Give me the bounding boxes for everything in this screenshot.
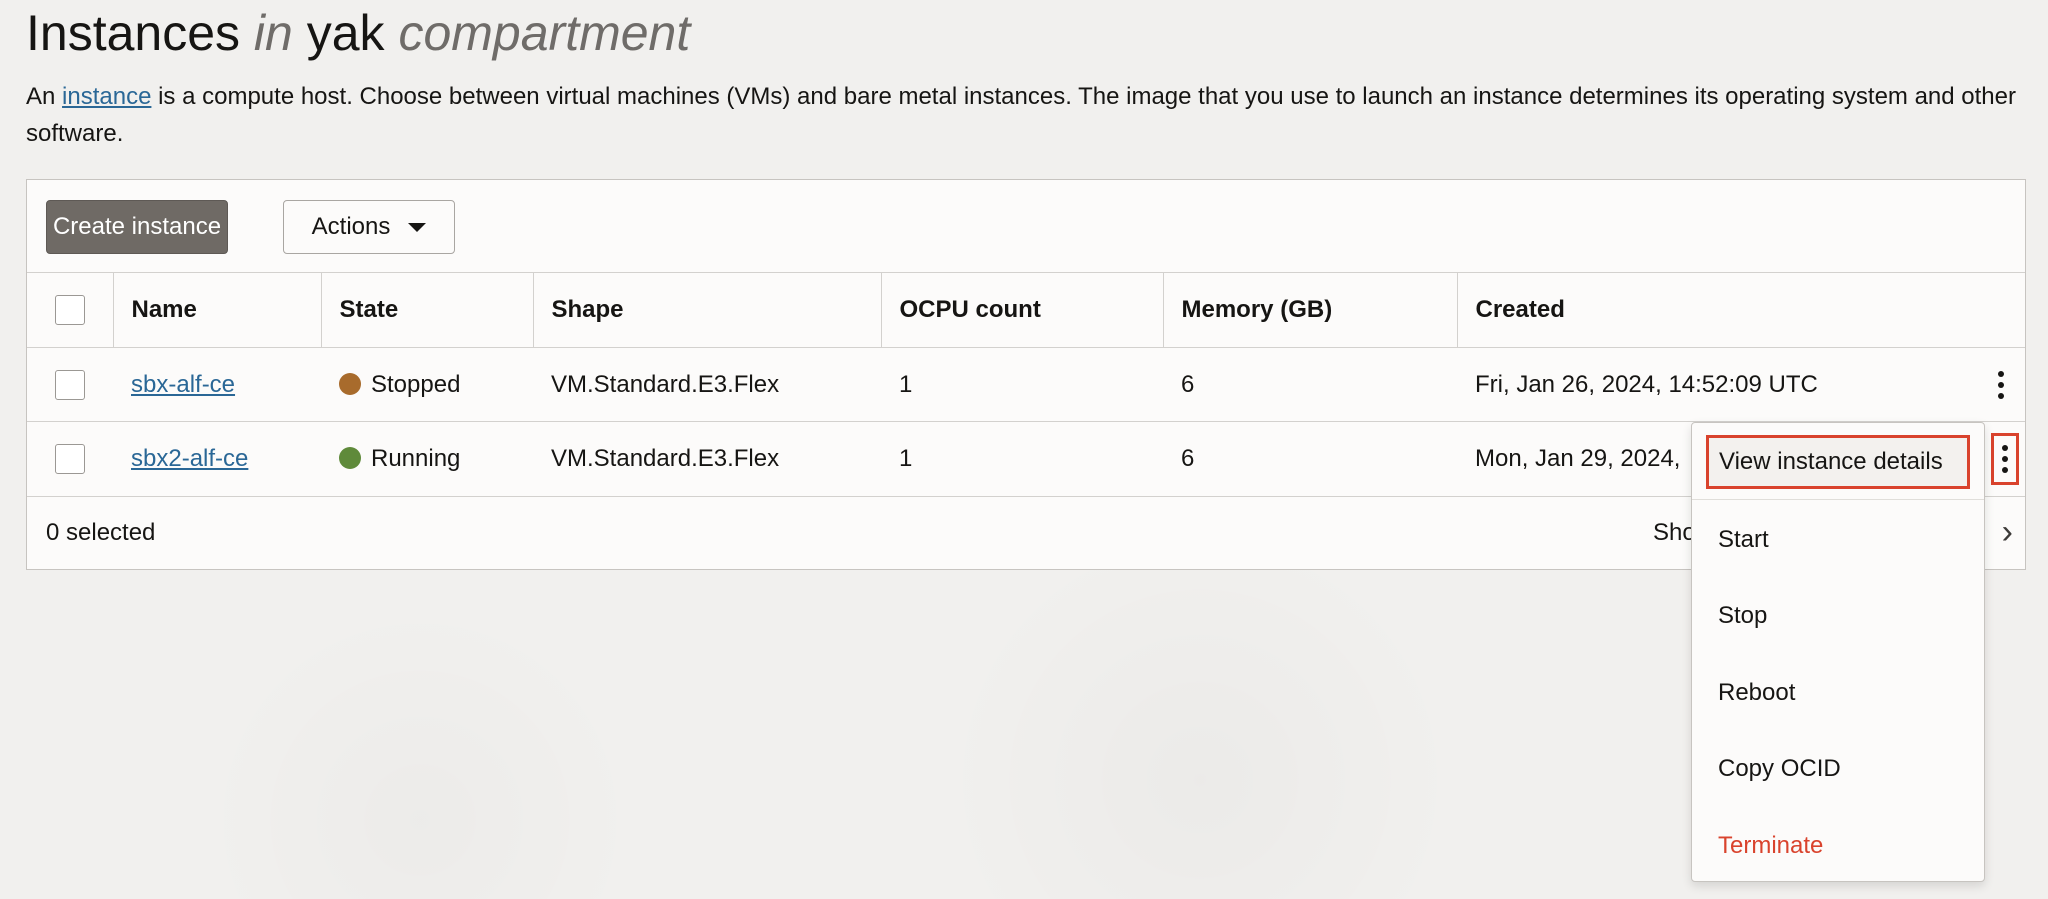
- shape-cell: VM.Standard.E3.Flex: [533, 347, 881, 422]
- row-actions-kebab-icon[interactable]: [1991, 432, 2019, 485]
- column-header-state[interactable]: State: [321, 272, 534, 348]
- page-description: An instance is a compute host. Choose be…: [26, 78, 2016, 152]
- menu-item-stop[interactable]: Stop: [1718, 601, 1767, 631]
- column-header-created[interactable]: Created: [1457, 272, 2025, 348]
- name-cell: sbx2-alf-ce: [113, 421, 321, 496]
- row-checkbox[interactable]: [55, 369, 85, 400]
- row-actions-kebab-icon[interactable]: [1989, 361, 2013, 409]
- caret-down-icon: [408, 222, 427, 232]
- ocpu-cell: 1: [881, 421, 1163, 496]
- state-text: Stopped: [371, 370, 461, 398]
- actions-label: Actions: [311, 213, 391, 240]
- state-dot-icon: [339, 446, 361, 469]
- created-text: Mon, Jan 29, 2024,: [1475, 444, 1681, 472]
- menu-item-terminate[interactable]: Terminate: [1718, 831, 1823, 861]
- title-compartment: compartment: [398, 5, 691, 61]
- instance-name-link[interactable]: sbx2-alf-ce: [131, 445, 248, 472]
- chevron-right-icon[interactable]: ›: [2002, 515, 2013, 549]
- row-select-cell: [27, 421, 113, 496]
- memory-cell: 6: [1163, 421, 1457, 496]
- column-header-ocpu[interactable]: OCPU count: [881, 272, 1164, 348]
- instance-doc-link[interactable]: instance: [62, 83, 151, 110]
- shape-cell: VM.Standard.E3.Flex: [533, 421, 881, 496]
- state-cell: Running: [321, 421, 533, 496]
- state-dot-icon: [339, 372, 361, 395]
- table-row: sbx-alf-ce Stopped VM.Standard.E3.Flex 1…: [27, 347, 2025, 422]
- select-all-checkbox[interactable]: [54, 295, 85, 325]
- menu-divider: [1692, 499, 1984, 500]
- select-all-cell: [27, 272, 114, 348]
- compartment-name: yak: [306, 5, 385, 61]
- column-header-name[interactable]: Name: [113, 272, 322, 348]
- menu-item-start[interactable]: Start: [1718, 525, 1769, 555]
- selected-count: 0 selected: [46, 519, 156, 546]
- menu-item-copy-ocid[interactable]: Copy OCID: [1718, 754, 1841, 784]
- description-prefix: An: [26, 83, 56, 110]
- created-cell: Fri, Jan 26, 2024, 14:52:09 UTC: [1457, 347, 2025, 422]
- actions-button[interactable]: Actions: [283, 200, 455, 254]
- row-checkbox[interactable]: [55, 443, 85, 474]
- create-instance-button[interactable]: Create instance: [46, 200, 228, 254]
- column-header-shape[interactable]: Shape: [533, 272, 882, 348]
- instance-name-link[interactable]: sbx-alf-ce: [131, 371, 235, 398]
- state-cell: Stopped: [321, 347, 533, 422]
- table-header-row: Name State Shape OCPU count Memory (GB) …: [27, 272, 2025, 348]
- created-text: Fri, Jan 26, 2024, 14:52:09 UTC: [1475, 370, 1818, 398]
- menu-item-reboot[interactable]: Reboot: [1718, 678, 1795, 708]
- title-word: Instances: [26, 5, 241, 61]
- title-in: in: [253, 5, 293, 61]
- name-cell: sbx-alf-ce: [113, 347, 321, 422]
- ocpu-cell: 1: [881, 347, 1163, 422]
- memory-cell: 6: [1163, 347, 1457, 422]
- description-text: is a compute host. Choose between virtua…: [26, 83, 2016, 147]
- row-actions-menu: View instance details Start Stop Reboot …: [1691, 422, 1985, 882]
- showing-count: Sho: [1653, 519, 1696, 546]
- page-title: Instances in yak compartment: [26, 0, 690, 66]
- column-header-memory[interactable]: Memory (GB): [1163, 272, 1458, 348]
- row-select-cell: [27, 347, 113, 422]
- state-text: Running: [371, 444, 461, 472]
- menu-item-view-instance-details[interactable]: View instance details: [1706, 435, 1970, 489]
